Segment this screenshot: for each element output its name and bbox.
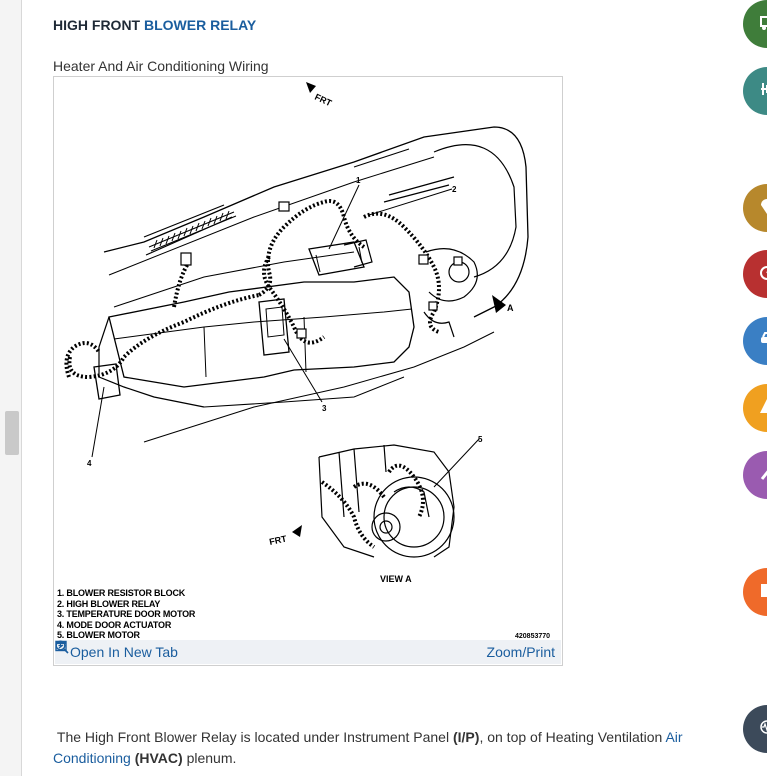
frt-label-bottom: FRT (268, 533, 288, 547)
air-conditioning-link-cont[interactable]: Conditioning (53, 750, 131, 766)
wrench-icon (760, 470, 767, 480)
tsb-button[interactable] (743, 568, 767, 616)
description-paragraph: The High Front Blower Relay is located u… (53, 727, 703, 769)
callout-1: 1 (356, 176, 361, 185)
frt-label-top: FRT (313, 92, 334, 109)
hvac-abbrev: (HVAC) (134, 750, 183, 766)
page-title: HIGH FRONT BLOWER RELAY (53, 17, 256, 33)
warning-button[interactable] (743, 384, 767, 432)
figure-number: 420853770 (515, 633, 551, 640)
tools-icon (761, 83, 767, 95)
location-button[interactable] (743, 184, 767, 232)
air-conditioning-link[interactable]: Air (665, 729, 682, 745)
wiring-figure: FRT A 1 2 3 4 5 FRT VIEW A 1. BLOWER RES… (53, 76, 563, 666)
left-scrollbar[interactable] (0, 0, 22, 776)
text-segment: , on top of Heating Ventilation (479, 729, 666, 745)
gauge-icon (760, 266, 767, 280)
legend-item: 5. BLOWER MOTOR (57, 630, 140, 640)
location-icon (761, 199, 767, 214)
ip-abbrev: (I/P) (452, 729, 480, 745)
open-in-new-tab-button[interactable]: Open In New Tab (55, 640, 178, 660)
text-segment: The High Front Blower Relay is located u… (56, 729, 453, 745)
zoom-print-label: Zoom/Print (486, 644, 555, 660)
title-prefix: HIGH FRONT (53, 17, 144, 33)
arrow-a-label: A (507, 303, 514, 313)
warning-icon (760, 399, 767, 413)
wiring-diagram-illustration: FRT A 1 2 3 4 5 FRT VIEW A (64, 82, 529, 584)
legend-item: 2. HIGH BLOWER RELAY (57, 598, 161, 609)
car-button[interactable] (743, 317, 767, 365)
tools-button[interactable] (743, 67, 767, 115)
scrollbar-thumb[interactable] (5, 411, 19, 455)
view-a-label: VIEW A (380, 574, 412, 584)
legend-item: 3. TEMPERATURE DOOR MOTOR (57, 609, 196, 619)
gauge-button[interactable] (743, 250, 767, 298)
truck-icon (760, 16, 767, 30)
zoom-print-button[interactable]: Zoom/Print (55, 640, 555, 660)
open-in-new-tab-label: Open In New Tab (70, 644, 178, 660)
callout-2: 2 (452, 185, 457, 194)
callout-5: 5 (478, 435, 483, 444)
waveform-icon (760, 720, 767, 734)
figure-toolbar: Open In New Tab Zoom/Print (55, 640, 561, 664)
callout-3: 3 (322, 404, 327, 413)
truck-button[interactable] (743, 0, 767, 48)
tsb-document-icon (761, 584, 767, 597)
wrench-button[interactable] (743, 451, 767, 499)
legend-item: 4. MODE DOOR ACTUATOR (57, 619, 172, 630)
waveform-button[interactable] (743, 705, 767, 753)
car-icon (761, 332, 767, 343)
figure-caption: Heater And Air Conditioning Wiring (53, 58, 269, 74)
title-link-blower-relay[interactable]: BLOWER RELAY (144, 17, 256, 33)
text-segment: plenum. (182, 750, 237, 766)
legend-item: 1. BLOWER RESISTOR BLOCK (57, 588, 186, 598)
figure-legend: 1. BLOWER RESISTOR BLOCK 2. HIGH BLOWER … (57, 588, 195, 641)
callout-4: 4 (87, 459, 92, 468)
